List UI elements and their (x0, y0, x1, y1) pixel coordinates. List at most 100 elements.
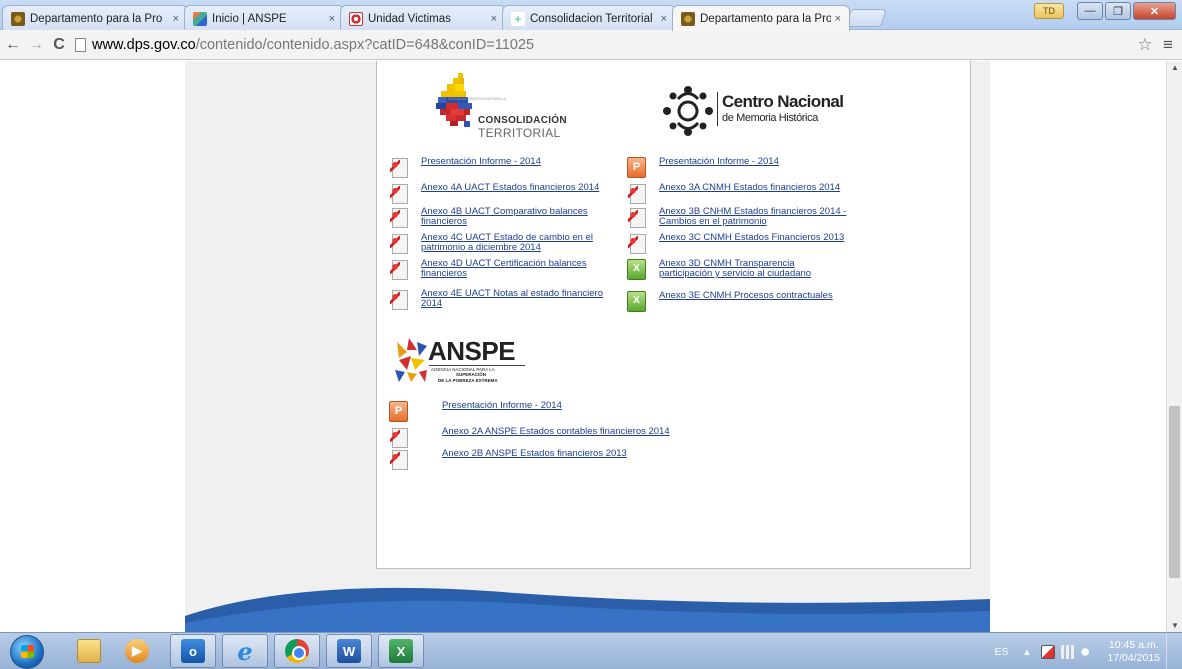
scroll-up-arrow-icon[interactable]: ▲ (1171, 63, 1179, 72)
document-link[interactable]: Anexo 3B CNHM Estados financieros 2014 -… (659, 207, 859, 227)
cnmh-logo: Centro Nacional de Memoria Histórica (662, 86, 844, 138)
document-item: Anexo 4E UACT Notas al estado financiero… (389, 289, 611, 310)
excel-icon: X (389, 639, 413, 663)
windows-taskbar: ▶ o e W X ES ▲ 10:45 a.m. 17/04/2015 (0, 632, 1182, 669)
document-link-line: financieros (421, 268, 467, 279)
forward-button[interactable]: → (26, 35, 46, 55)
taskbar-media-player[interactable]: ▶ (114, 634, 160, 668)
tab-consolidacion[interactable]: + Consolidacion Territorial × (502, 5, 676, 31)
url-path: /contenido/contenido.aspx?catID=648&conI… (195, 36, 535, 53)
vertical-scrollbar[interactable]: ▲ ▼ (1166, 61, 1182, 632)
new-tab-button[interactable] (845, 9, 887, 27)
bookmark-star-icon[interactable]: ☆ (1134, 35, 1156, 55)
url-host: www.dps.gov.co (92, 36, 196, 53)
tab-dps-1[interactable]: Departamento para la Pro × (2, 5, 188, 31)
anspe-sub2: SUPERACIÓN (456, 372, 487, 377)
pdf-icon[interactable] (627, 183, 646, 204)
reload-button[interactable]: C (49, 35, 69, 55)
document-link[interactable]: Anexo 3A CNMH Estados financieros 2014 (659, 183, 859, 193)
taskbar-word[interactable]: W (326, 634, 372, 668)
document-item: Anexo 4D UACT Certificación balances fina… (389, 259, 611, 280)
clock-date: 17/04/2015 (1107, 652, 1160, 664)
document-link[interactable]: Anexo 3D CNMH Transparencia participación… (659, 259, 859, 279)
document-link[interactable]: Anexo 4E UACT Notas al estado financiero… (421, 289, 611, 309)
document-link[interactable]: Presentación Informe - 2014 (659, 157, 859, 167)
document-link[interactable]: Anexo 4C UACT Estado de cambio en el patr… (421, 233, 611, 253)
pdf-icon[interactable] (389, 427, 408, 448)
tab-anspe[interactable]: Inicio | ANSPE × (184, 5, 344, 31)
cnmh-title: Centro Nacional (722, 92, 844, 111)
pdf-icon[interactable] (389, 449, 408, 470)
xls-icon[interactable] (627, 291, 646, 312)
taskbar-chrome[interactable] (274, 634, 320, 668)
scrollbar-thumb[interactable] (1169, 406, 1180, 578)
document-link-line: 2014 (421, 298, 443, 309)
minimize-button[interactable]: — (1077, 2, 1103, 20)
document-link[interactable]: Anexo 3E CNMH Procesos contractuales (659, 291, 859, 301)
show-desktop-button[interactable] (1166, 634, 1176, 669)
anspe-favicon-icon (193, 11, 207, 26)
browser-tab-strip: Departamento para la Pro × Inicio | ANSP… (0, 0, 1182, 31)
taskbar-excel[interactable]: X (378, 634, 424, 668)
consolidacion-territorial-logo: UNIDAD ADMINISTRATIVA PARA LA CONSOLIDAC… (436, 73, 567, 140)
user-profile-badge[interactable]: TD (1034, 3, 1064, 19)
volume-icon[interactable] (1081, 645, 1096, 659)
close-window-button[interactable]: ✕ (1133, 2, 1176, 20)
document-link[interactable]: Anexo 4B UACT Comparativo balances financ… (421, 207, 611, 227)
anspe-wordmark: ANSPE (428, 336, 516, 366)
chrome-menu-icon[interactable]: ≡ (1156, 35, 1180, 55)
anspe-rule (429, 365, 525, 366)
document-item: Anexo 3C CNMH Estados Financieros 2013 (627, 233, 859, 254)
page-icon (75, 37, 86, 52)
document-link[interactable]: Anexo 4D UACT Certificación balances fina… (421, 259, 611, 279)
document-link-line: patrimonio a diciembre 2014 (421, 242, 541, 253)
pdf-icon[interactable] (627, 207, 646, 228)
explorer-icon (77, 639, 101, 663)
network-icon[interactable] (1061, 645, 1076, 659)
document-link-line: Anexo 3E CNMH Procesos contractuales (659, 290, 833, 301)
back-button[interactable]: ← (3, 35, 23, 55)
tab-close-icon[interactable]: × (173, 13, 179, 25)
maximize-button[interactable]: ❐ (1105, 2, 1131, 20)
document-link[interactable]: Anexo 3C CNMH Estados Financieros 2013 (659, 233, 859, 243)
tab-victimas[interactable]: Unidad Victimas × (340, 5, 506, 31)
pdf-icon[interactable] (389, 157, 408, 178)
pdf-icon[interactable] (389, 183, 408, 204)
ppt-icon[interactable] (389, 401, 408, 422)
ppt-icon[interactable] (627, 157, 646, 178)
document-link-line: Anexo 3A CNMH Estados financieros 2014 (659, 182, 841, 193)
language-indicator[interactable]: ES (995, 646, 1009, 658)
document-item: Anexo 2B ANSPE Estados financieros 2013 (389, 449, 682, 470)
document-link[interactable]: Presentación Informe - 2014 (421, 157, 611, 167)
pdf-icon[interactable] (389, 207, 408, 228)
document-link[interactable]: Anexo 2B ANSPE Estados financieros 2013 (442, 449, 682, 459)
victimas-favicon-icon (349, 11, 363, 26)
document-link[interactable]: Anexo 4A UACT Estados financieros 2014 (421, 183, 611, 193)
taskbar-explorer[interactable] (66, 634, 112, 668)
show-hidden-icons-button[interactable]: ▲ (1023, 647, 1032, 657)
pdf-icon[interactable] (389, 259, 408, 280)
scroll-down-arrow-icon[interactable]: ▼ (1171, 621, 1179, 630)
xls-icon[interactable] (627, 259, 646, 280)
footer-wave-graphic (185, 587, 990, 632)
tab-close-icon[interactable]: × (329, 13, 335, 25)
document-link[interactable]: Anexo 2A ANSPE Estados contables financi… (442, 427, 682, 437)
page-viewport: UNIDAD ADMINISTRATIVA PARA LA CONSOLIDAC… (0, 61, 1166, 632)
start-button[interactable] (10, 635, 44, 669)
clock[interactable]: 10:45 a.m. 17/04/2015 (1107, 639, 1160, 665)
address-bar[interactable]: www.dps.gov.co/contenido/contenido.aspx?… (75, 33, 1134, 57)
document-link[interactable]: Presentación Informe - 2014 (442, 401, 682, 411)
tab-close-icon[interactable]: × (491, 13, 497, 25)
tab-dps-active[interactable]: Departamento para la Pro × (672, 5, 850, 31)
action-center-flag-icon[interactable] (1041, 645, 1056, 659)
pdf-icon[interactable] (627, 233, 646, 254)
pdf-icon[interactable] (389, 233, 408, 254)
pdf-icon[interactable] (389, 289, 408, 310)
tab-close-icon[interactable]: × (835, 13, 841, 25)
browser-toolbar: ← → C www.dps.gov.co/contenido/contenido… (0, 30, 1182, 60)
document-link-line: participación y servicio al ciudadano (659, 268, 812, 279)
document-item: Anexo 4A UACT Estados financieros 2014 (389, 183, 611, 204)
tab-close-icon[interactable]: × (661, 13, 667, 25)
taskbar-internet-explorer[interactable]: e (222, 634, 268, 668)
taskbar-outlook[interactable]: o (170, 634, 216, 668)
